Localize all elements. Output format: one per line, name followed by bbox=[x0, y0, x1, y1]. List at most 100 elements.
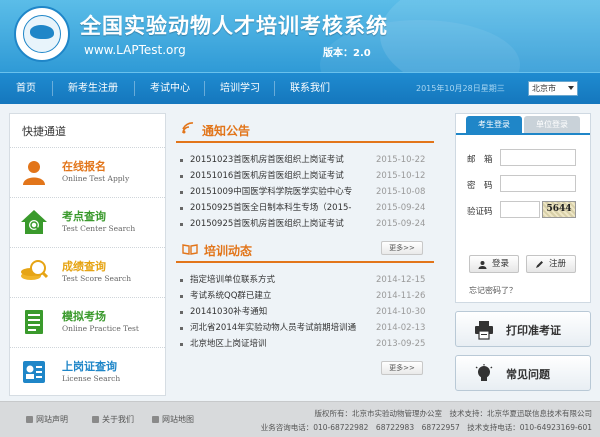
news-row[interactable]: 河北省2014年实验动物人员考试前期培训通 2014-02-13 bbox=[180, 321, 434, 336]
login-form: 邮 箱 密 码 验证码 5644 登录 注册 忘记密码了？ bbox=[456, 133, 590, 303]
nav-separator bbox=[274, 81, 275, 96]
news-row[interactable]: 指定培训单位联系方式 2014-12-15 bbox=[180, 273, 434, 288]
news-row[interactable]: 20150925首医全日制本科生专场（2015- 2015-09-24 bbox=[180, 201, 434, 216]
faq-button[interactable]: 常见问题 bbox=[455, 355, 591, 391]
news-row[interactable]: 20151016首医机房首医组织上岗证考试 2015-10-12 bbox=[180, 169, 434, 184]
password-field[interactable] bbox=[500, 175, 576, 192]
password-label: 密 码 bbox=[467, 181, 493, 191]
news-date: 2015-09-24 bbox=[376, 219, 426, 229]
main-nav: 首页 新考生注册 考试中心 培训学习 联系我们 2015年10月28日星期三 北… bbox=[0, 72, 600, 104]
news-date: 2014-12-15 bbox=[376, 275, 426, 285]
captcha-label: 验证码 bbox=[467, 207, 493, 217]
user-icon bbox=[23, 161, 45, 185]
house-search-icon bbox=[21, 210, 47, 234]
site-title: 全国实验动物人才培训考核系统 bbox=[80, 14, 388, 38]
document-icon bbox=[25, 310, 43, 334]
logo-mouse-icon bbox=[30, 25, 54, 39]
tab-unit-login[interactable]: 单位登录 bbox=[524, 116, 580, 133]
news-row[interactable]: 20151023首医机房首医组织上岗证考试 2015-10-22 bbox=[180, 153, 434, 168]
news-date: 2014-11-26 bbox=[376, 291, 426, 301]
footer-link-about[interactable]: 关于我们 bbox=[92, 414, 134, 425]
login-button[interactable]: 登录 bbox=[469, 255, 519, 273]
news-title[interactable]: 指定培训单位联系方式 bbox=[190, 273, 368, 288]
news-date: 2013-09-25 bbox=[376, 339, 426, 349]
footer-link-label: 关于我们 bbox=[102, 415, 134, 424]
news-title[interactable]: 20151016首医机房首医组织上岗证考试 bbox=[190, 169, 368, 184]
news-title[interactable]: 考试系统QQ群已建立 bbox=[190, 289, 368, 304]
printer-icon bbox=[475, 321, 493, 340]
quick-access-license[interactable]: 上岗证查询 License Search bbox=[10, 347, 165, 397]
news-title[interactable]: 20141030补考通知 bbox=[190, 305, 368, 320]
captcha-field[interactable] bbox=[500, 201, 540, 218]
quick-access-label: 上岗证查询 bbox=[62, 360, 117, 373]
quick-access-subtitle: Test Score Search bbox=[62, 274, 132, 283]
news-row[interactable]: 考试系统QQ群已建立 2014-11-26 bbox=[180, 289, 434, 304]
bullet bbox=[180, 295, 183, 298]
version-label: 版本：2.0 bbox=[323, 48, 371, 59]
notice-title: 通知公告 bbox=[202, 124, 251, 138]
news-date: 2014-10-30 bbox=[376, 307, 426, 317]
score-search-icon bbox=[21, 260, 48, 280]
quick-access-score[interactable]: 成绩查询 Test Score Search bbox=[10, 247, 165, 297]
news-row[interactable]: 20141030补考通知 2014-10-30 bbox=[180, 305, 434, 320]
news-row[interactable]: 20150925首医机房首医组织上岗证考试 2015-09-24 bbox=[180, 217, 434, 232]
register-button-label: 注册 bbox=[549, 259, 567, 269]
bullet bbox=[180, 207, 183, 210]
statement-icon bbox=[26, 416, 33, 423]
nav-training[interactable]: 培训学习 bbox=[220, 73, 260, 104]
news-title[interactable]: 20151023首医机房首医组织上岗证考试 bbox=[190, 153, 368, 168]
bullet bbox=[180, 175, 183, 178]
register-button[interactable]: 注册 bbox=[526, 255, 576, 273]
email-field[interactable] bbox=[500, 149, 576, 166]
footer-link-label: 网站地图 bbox=[162, 415, 194, 424]
bullet bbox=[180, 159, 183, 162]
news-title[interactable]: 河北省2014年实验动物人员考试前期培训通 bbox=[190, 321, 368, 336]
captcha-image[interactable]: 5644 bbox=[542, 201, 576, 218]
nav-register[interactable]: 新考生注册 bbox=[68, 73, 118, 104]
chevron-down-icon bbox=[568, 86, 574, 90]
news-title[interactable]: 20151009中国医学科学院医学实验中心专 bbox=[190, 185, 368, 200]
nav-separator bbox=[134, 81, 135, 96]
open-book-icon bbox=[182, 244, 198, 255]
login-box: 考生登录 单位登录 邮 箱 密 码 验证码 5644 登录 注册 忘记密码了？ bbox=[455, 113, 591, 303]
nav-exam-center[interactable]: 考试中心 bbox=[150, 73, 190, 104]
license-card-icon bbox=[23, 361, 45, 383]
quick-access-label: 考点查询 bbox=[62, 210, 106, 223]
notice-more-button[interactable]: 更多>> bbox=[381, 241, 423, 255]
forgot-password-link[interactable]: 忘记密码了？ bbox=[469, 285, 517, 296]
print-ticket-button[interactable]: 打印准考证 bbox=[455, 311, 591, 347]
news-row[interactable]: 20151009中国医学科学院医学实验中心专 2015-10-08 bbox=[180, 185, 434, 200]
news-row[interactable]: 北京地区上岗证培训 2013-09-25 bbox=[180, 337, 434, 352]
quick-access-title: 快捷通道 bbox=[22, 125, 66, 138]
tab-student-login[interactable]: 考生登录 bbox=[466, 116, 522, 133]
nav-contact[interactable]: 联系我们 bbox=[290, 73, 330, 104]
quick-access-practice[interactable]: 模拟考场 Online Practice Test bbox=[10, 297, 165, 347]
footer-link-sitemap[interactable]: 网站地图 bbox=[152, 414, 194, 425]
footer-copyright: 版权所有：北京市实验动物管理办公室 技术支持：北京华夏迅联信息技术有限公司 bbox=[314, 409, 593, 418]
city-select[interactable]: 北京市 bbox=[528, 81, 578, 96]
faq-label: 常见问题 bbox=[506, 368, 550, 381]
quick-access-online-apply[interactable]: 在线报名 Online Test Apply bbox=[10, 147, 165, 197]
quick-access-label: 模拟考场 bbox=[62, 310, 106, 323]
news-title[interactable]: 20150925首医全日制本科生专场（2015- bbox=[190, 201, 368, 216]
email-label: 邮 箱 bbox=[467, 155, 493, 165]
print-ticket-label: 打印准考证 bbox=[506, 324, 561, 337]
bullet bbox=[180, 223, 183, 226]
training-more-button[interactable]: 更多>> bbox=[381, 361, 423, 375]
about-icon bbox=[92, 416, 99, 423]
news-date: 2015-09-24 bbox=[376, 203, 426, 213]
news-title[interactable]: 北京地区上岗证培训 bbox=[190, 337, 368, 352]
quick-access-label: 在线报名 bbox=[62, 160, 106, 173]
training-divider bbox=[176, 261, 434, 263]
site-logo[interactable] bbox=[14, 6, 70, 62]
quick-access-test-center[interactable]: 考点查询 Test Center Search bbox=[10, 197, 165, 247]
lightbulb-icon bbox=[475, 364, 493, 381]
nav-home[interactable]: 首页 bbox=[16, 73, 36, 104]
site-footer: 网站声明 关于我们 网站地图 版权所有：北京市实验动物管理办公室 技术支持：北京… bbox=[0, 401, 600, 437]
nav-separator bbox=[52, 81, 53, 96]
user-icon bbox=[478, 261, 487, 269]
news-title[interactable]: 20150925首医机房首医组织上岗证考试 bbox=[190, 217, 368, 232]
bullet bbox=[180, 343, 183, 346]
footer-link-statement[interactable]: 网站声明 bbox=[26, 414, 68, 425]
quick-access-subtitle: Online Practice Test bbox=[62, 324, 139, 333]
